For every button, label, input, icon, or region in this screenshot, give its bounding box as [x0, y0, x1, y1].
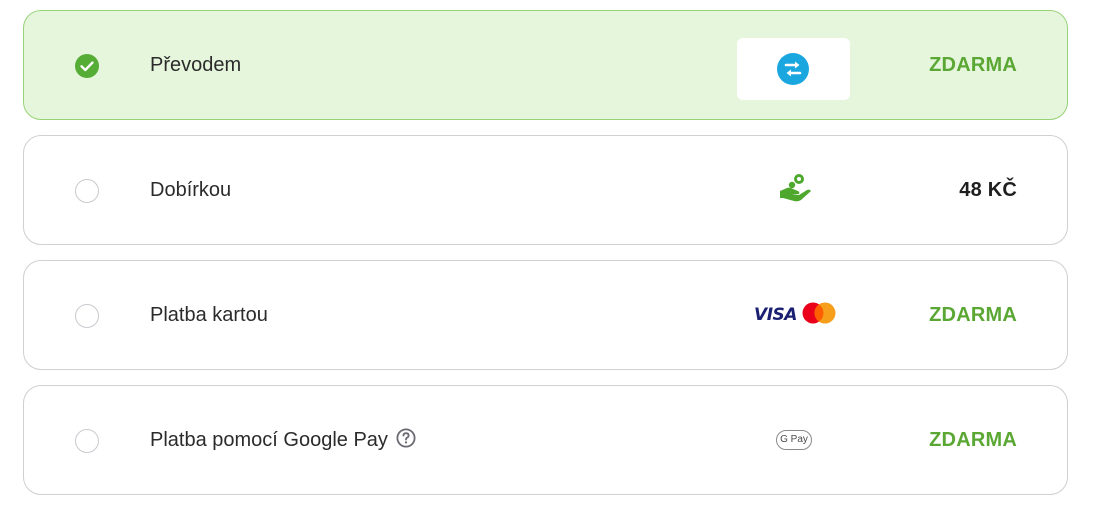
cash-on-delivery-logo	[764, 136, 828, 244]
payment-option-price: ZDARMA	[929, 304, 1017, 326]
payment-option-transfer[interactable]: Převodem ZDARMA	[23, 10, 1068, 120]
google-pay-icon: G Pay	[776, 430, 812, 450]
payment-option-card[interactable]: Platba kartou VISA ZDARMA	[23, 260, 1068, 370]
payment-option-label-text: Platba pomocí Google Pay	[150, 429, 388, 451]
payment-option-label: Platba pomocí Google Pay	[150, 386, 416, 494]
payment-option-label: Dobírkou	[150, 179, 232, 201]
payment-option-label: Platba kartou	[150, 304, 268, 326]
radio-unchecked-icon[interactable]	[75, 304, 99, 328]
visa-logo-icon: VISA	[754, 305, 797, 325]
payment-option-google-pay[interactable]: Platba pomocí Google Pay G Pay ZDARMA	[23, 385, 1068, 495]
help-question-icon[interactable]	[396, 428, 416, 448]
payment-method-list: Převodem ZDARMA Dobírkou 48 KČ Platba ka…	[0, 0, 1114, 518]
radio-unchecked-icon[interactable]	[75, 429, 99, 453]
cash-on-delivery-icon	[779, 173, 813, 208]
bank-transfer-logo	[737, 38, 850, 100]
payment-option-price: ZDARMA	[929, 54, 1017, 76]
radio-checked-icon[interactable]	[75, 54, 99, 78]
card-logos: VISA	[752, 261, 838, 369]
google-pay-logo: G Pay	[772, 386, 816, 494]
radio-unchecked-icon[interactable]	[75, 179, 99, 203]
payment-option-price: 48 KČ	[959, 179, 1017, 201]
payment-option-cod[interactable]: Dobírkou 48 KČ	[23, 135, 1068, 245]
payment-option-price: ZDARMA	[929, 429, 1017, 451]
mastercard-logo-icon	[802, 302, 836, 329]
payment-option-label: Převodem	[150, 54, 242, 76]
bank-transfer-icon	[777, 53, 809, 90]
